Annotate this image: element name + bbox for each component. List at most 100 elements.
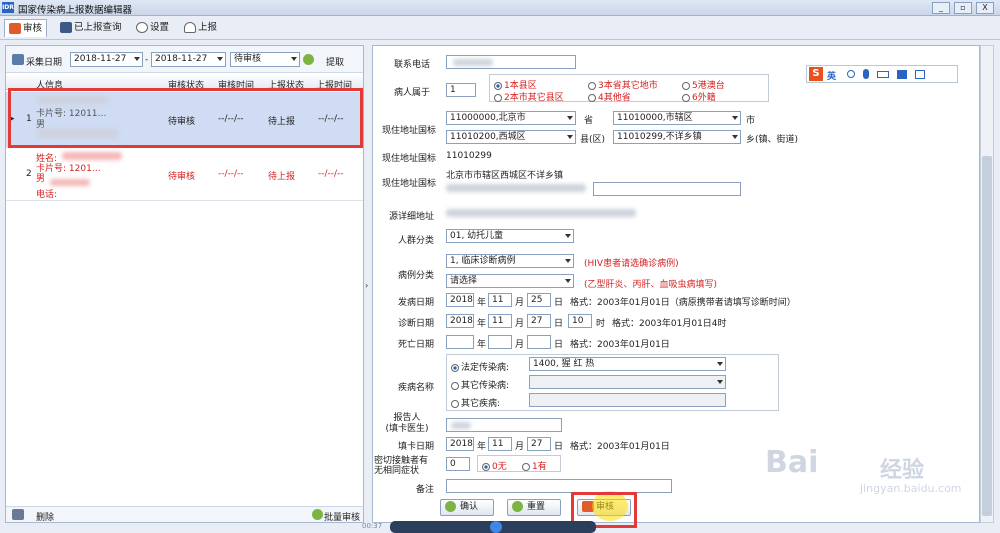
- reporter-input[interactable]: [446, 418, 562, 432]
- scroll-thumb[interactable]: [982, 156, 992, 516]
- chevron-down-icon: [567, 116, 573, 120]
- play-icon[interactable]: [490, 521, 502, 533]
- video-controls: 00:37: [362, 521, 596, 533]
- onset-year[interactable]: 2018: [446, 293, 474, 307]
- town-unit: 乡(镇、街道): [746, 135, 799, 145]
- filter-bar: 采集日期 2018-11-27 - 2018-11-27 待审核 提取: [6, 46, 363, 73]
- fill-month[interactable]: 11: [488, 437, 512, 451]
- addr-extra-input[interactable]: [593, 182, 741, 196]
- batch-audit-button[interactable]: 批量审核: [324, 510, 360, 523]
- detail-addr-label: 源详细地址: [388, 212, 434, 222]
- keyboard-icon[interactable]: [877, 71, 889, 78]
- shirt-icon[interactable]: [897, 70, 907, 79]
- start-date-select[interactable]: 2018-11-27: [70, 52, 143, 67]
- redacted-text: [50, 179, 90, 186]
- fetch-icon[interactable]: [303, 54, 314, 65]
- table-row[interactable]: 2 姓名: 卡片号: 1201… 男 电话: 待审核 --/--/-- 待上报 …: [6, 149, 363, 201]
- splitter[interactable]: ›: [364, 45, 372, 523]
- death-label: 死亡日期: [397, 340, 434, 350]
- belong-radio-group: 1本县区 2本市其它县区 3本省其它地市 4其他省 5港澳台 6外籍: [489, 74, 769, 103]
- radio-icon: [522, 462, 530, 471]
- chevron-down-icon: [732, 135, 738, 139]
- row-card-no: 卡片号: 1201…: [36, 164, 101, 174]
- case-subtype-select[interactable]: 请选择: [446, 274, 574, 288]
- unit-day: 日: [554, 298, 564, 308]
- row-audit-status: 待审核: [168, 172, 196, 182]
- contact-input[interactable]: 0: [446, 457, 470, 471]
- chevron-down-icon: [567, 135, 573, 139]
- disease-other-radio[interactable]: 其它疾病:: [451, 396, 500, 409]
- disease-other-infectious-radio[interactable]: 其它传染病:: [451, 378, 509, 391]
- unit-year: 年: [477, 442, 487, 452]
- diag-month[interactable]: 11: [488, 314, 512, 328]
- contact-option-no[interactable]: 0无: [482, 459, 507, 472]
- smile-icon[interactable]: [847, 70, 855, 78]
- diag-format-hint: 格式：2003年01月01日4时: [612, 319, 727, 329]
- tab-review[interactable]: 审核: [4, 19, 48, 37]
- diag-day[interactable]: 27: [527, 314, 551, 328]
- radio-icon: [482, 462, 490, 471]
- form-scrollbar[interactable]: [980, 45, 994, 523]
- fill-day[interactable]: 27: [527, 437, 551, 451]
- delete-button[interactable]: 删除: [36, 510, 54, 523]
- tab-settings[interactable]: 设置: [132, 19, 173, 37]
- town-select[interactable]: 11010299,不详乡镇: [613, 130, 741, 144]
- death-format-hint: 格式：2003年01月01日: [570, 340, 670, 350]
- reporter-label: 报告人 (填卡医生): [385, 413, 429, 434]
- remark-input[interactable]: [446, 479, 672, 493]
- batch-audit-icon[interactable]: [312, 509, 323, 520]
- disease-legal-radio[interactable]: 法定传染病:: [451, 360, 509, 373]
- diag-year[interactable]: 2018: [446, 314, 474, 328]
- disease-other-input[interactable]: [529, 393, 726, 407]
- radio-icon: [451, 399, 459, 408]
- diag-hour[interactable]: 10: [568, 314, 592, 328]
- grid-icon[interactable]: [915, 70, 925, 79]
- minimize-button[interactable]: _: [932, 2, 950, 14]
- county-unit: 县(区): [580, 135, 606, 145]
- case-select[interactable]: 1, 临床诊断病例: [446, 254, 574, 268]
- confirm-button[interactable]: 确认: [440, 499, 494, 516]
- trash-icon[interactable]: [12, 509, 24, 520]
- row-report-time: --/--/--: [318, 169, 344, 179]
- maximize-button[interactable]: ▫: [954, 2, 972, 14]
- watermark-sub: 经验: [880, 458, 925, 483]
- fill-year[interactable]: 2018: [446, 437, 474, 451]
- case-label: 病例分类: [397, 271, 434, 281]
- addr-code-value: 11010299: [446, 151, 492, 161]
- redacted-text: [62, 152, 122, 160]
- mic-icon[interactable]: [863, 69, 869, 79]
- tab-upload[interactable]: 上报: [180, 19, 221, 37]
- addr-label: 现住地址国标: [381, 126, 436, 136]
- unit-month: 月: [515, 319, 525, 329]
- belong-input[interactable]: 1: [446, 83, 476, 97]
- county-select[interactable]: 11010200,西城区: [446, 130, 576, 144]
- province-select[interactable]: 11000000,北京市: [446, 111, 576, 125]
- unit-hour: 时: [596, 319, 606, 329]
- reset-button[interactable]: 重置: [507, 499, 561, 516]
- death-month[interactable]: [488, 335, 512, 349]
- crowd-select[interactable]: 01, 幼托儿童: [446, 229, 574, 243]
- onset-day[interactable]: 25: [527, 293, 551, 307]
- onset-month[interactable]: 11: [488, 293, 512, 307]
- ime-lang[interactable]: 英: [827, 69, 836, 82]
- selection-highlight: [8, 88, 363, 148]
- unit-year: 年: [477, 340, 487, 350]
- belong-option-4[interactable]: 4其他省: [588, 90, 631, 103]
- end-date-select[interactable]: 2018-11-27: [151, 52, 226, 67]
- death-year[interactable]: [446, 335, 474, 349]
- chevron-down-icon: [717, 380, 723, 384]
- city-select[interactable]: 11010000,市辖区: [613, 111, 741, 125]
- fetch-button[interactable]: 提取: [326, 55, 344, 68]
- contact-option-yes[interactable]: 1有: [522, 459, 547, 472]
- close-button[interactable]: X: [976, 2, 994, 14]
- death-day[interactable]: [527, 335, 551, 349]
- belong-option-6[interactable]: 6外籍: [682, 90, 716, 103]
- tab-reported-query[interactable]: 已上报查询: [56, 19, 126, 37]
- belong-option-2[interactable]: 2本市其它县区: [494, 90, 564, 103]
- ime-logo[interactable]: S: [809, 67, 823, 81]
- disease-other-infectious-select[interactable]: [529, 375, 726, 389]
- disease-legal-select[interactable]: 1400, 猩 红 热: [529, 357, 726, 371]
- phone-input[interactable]: [446, 55, 576, 69]
- status-select[interactable]: 待审核: [230, 52, 300, 67]
- row-number: 2: [26, 169, 32, 179]
